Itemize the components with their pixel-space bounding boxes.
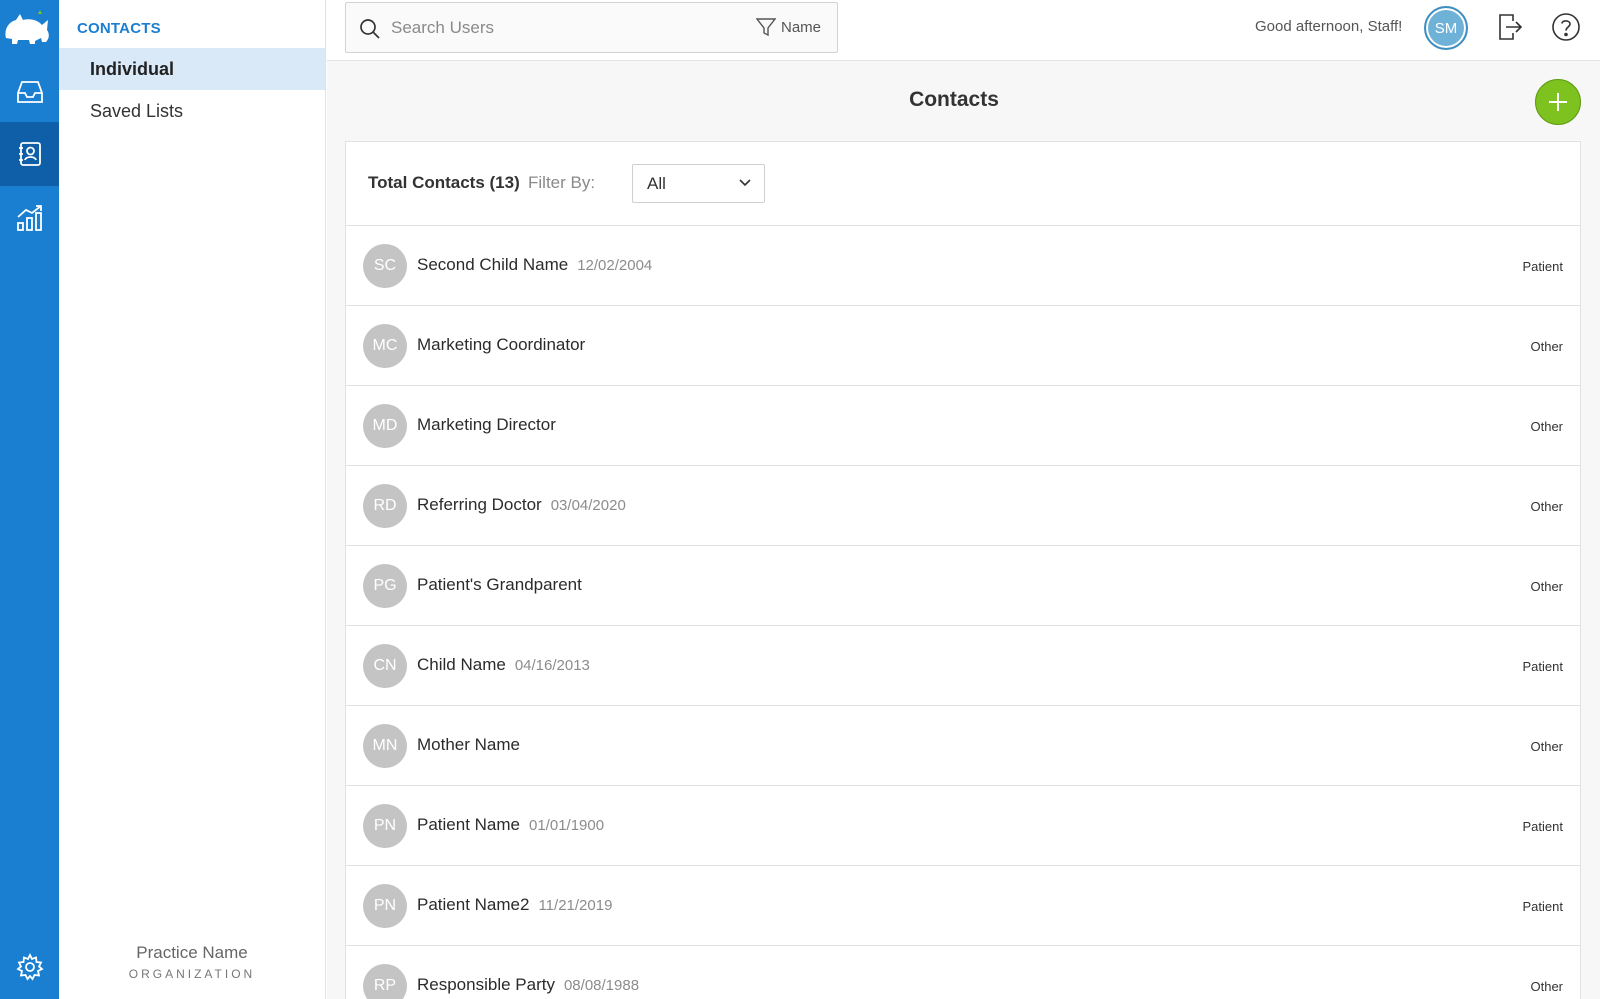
chevron-down-icon (739, 179, 751, 187)
contact-type: Other (1530, 579, 1563, 594)
practice-info: Practice Name ORGANIZATION (59, 943, 325, 981)
contact-row[interactable]: SC Second Child Name 12/02/2004 Patient (346, 226, 1580, 306)
top-bar: Name Good afternoon, Staff! SM (327, 0, 1600, 61)
contact-type: Other (1530, 979, 1563, 994)
contacts-icon (18, 142, 41, 166)
contact-row[interactable]: RD Referring Doctor 03/04/2020 Other (346, 466, 1580, 546)
contact-type: Other (1530, 419, 1563, 434)
contact-name: Responsible Party 08/08/1988 (417, 975, 640, 994)
total-contacts: Total Contacts (13) (368, 173, 520, 192)
inbox-icon (16, 81, 43, 103)
subnav-title: CONTACTS (77, 20, 161, 37)
contact-name: Second Child Name 12/02/2004 (417, 255, 653, 274)
contact-avatar: SC (363, 244, 407, 288)
contact-name: Patient's Grandparent (417, 575, 582, 594)
add-contact-button[interactable] (1535, 79, 1581, 125)
subnav-item-individual[interactable]: Individual (59, 48, 325, 90)
filter-select[interactable]: All (632, 164, 765, 203)
contact-name: Referring Doctor 03/04/2020 (417, 495, 626, 514)
user-avatar[interactable]: SM (1424, 6, 1468, 50)
contact-type: Patient (1522, 819, 1563, 834)
contact-type: Other (1530, 339, 1563, 354)
contact-name: Mother Name (417, 735, 520, 754)
page-title: Contacts (909, 88, 999, 111)
search-box: Name (345, 2, 838, 53)
contact-avatar: PN (363, 804, 407, 848)
filter-by-label: Filter By: (528, 173, 596, 192)
contact-avatar: MC (363, 324, 407, 368)
contact-dob: 11/21/2019 (538, 897, 613, 914)
practice-name: Practice Name (136, 943, 248, 962)
settings-icon (15, 953, 44, 981)
contact-type: Patient (1522, 259, 1563, 274)
practice-org: ORGANIZATION (128, 967, 256, 981)
contacts-list: SC Second Child Name 12/02/2004 Patient M… (346, 226, 1580, 999)
contact-dob: 12/02/2004 (577, 257, 653, 274)
contacts-subnav: CONTACTS Individual Saved Lists Practice… (59, 0, 326, 999)
contact-type: Patient (1522, 659, 1563, 674)
contact-row[interactable]: PN Patient Name2 11/21/2019 Patient (346, 866, 1580, 946)
rail-settings[interactable] (0, 935, 59, 999)
filter-select-value: All (647, 173, 666, 193)
contact-avatar: RD (363, 484, 407, 528)
contact-row[interactable]: RP Responsible Party 08/08/1988 Other (346, 946, 1580, 999)
contact-name: Patient Name 01/01/1900 (417, 815, 605, 834)
contact-dob: 03/04/2020 (550, 497, 626, 514)
contact-name: Marketing Director (417, 415, 556, 434)
greeting-text: Good afternoon, Staff! (1255, 18, 1403, 35)
contact-type: Patient (1522, 899, 1563, 914)
funnel-icon (755, 18, 776, 37)
help-icon[interactable] (1551, 12, 1581, 42)
contact-row[interactable]: MD Marketing Director Other (346, 386, 1580, 466)
search-filter-button[interactable]: Name (755, 17, 821, 37)
contact-row[interactable]: PN Patient Name 01/01/1900 Patient (346, 786, 1580, 866)
search-input[interactable] (391, 13, 731, 43)
contact-dob: 08/08/1988 (563, 977, 640, 994)
rail-inbox[interactable] (0, 60, 59, 124)
contact-name: Marketing Coordinator (417, 335, 586, 354)
contact-avatar: MD (363, 404, 407, 448)
rail-contacts[interactable] (0, 122, 59, 186)
main-content: Contacts Total Contacts (13) Filter By: … (327, 61, 1600, 999)
contact-row[interactable]: PG Patient's Grandparent Other (346, 546, 1580, 626)
contacts-card-header: Total Contacts (13) Filter By: All (346, 142, 1580, 226)
search-filter-label: Name (780, 18, 821, 36)
plus-icon (1549, 93, 1567, 111)
search-icon (360, 19, 380, 39)
contact-avatar: CN (363, 644, 407, 688)
contact-type: Other (1530, 499, 1563, 514)
contact-avatar: MN (363, 724, 407, 768)
contact-row[interactable]: CN Child Name 04/16/2013 Patient (346, 626, 1580, 706)
contact-name: Child Name 04/16/2013 (417, 655, 590, 674)
analytics-icon (16, 205, 42, 231)
app-rail (0, 0, 59, 999)
logout-icon[interactable] (1497, 12, 1523, 42)
contact-dob: 01/01/1900 (529, 817, 605, 834)
rail-analytics[interactable] (0, 186, 59, 250)
contact-dob: 04/16/2013 (514, 657, 590, 674)
contact-avatar: RP (363, 964, 407, 999)
contact-name: Patient Name2 11/21/2019 (417, 895, 613, 914)
rhinogram-logo[interactable] (2, 8, 52, 48)
contact-row[interactable]: MN Mother Name Other (346, 706, 1580, 786)
contact-avatar: PN (363, 884, 407, 928)
subnav-item-saved-lists[interactable]: Saved Lists (59, 90, 325, 132)
contact-type: Other (1530, 739, 1563, 754)
contact-avatar: PG (363, 564, 407, 608)
contact-row[interactable]: MC Marketing Coordinator Other (346, 306, 1580, 386)
contacts-card: Total Contacts (13) Filter By: All SC Se… (345, 141, 1581, 999)
